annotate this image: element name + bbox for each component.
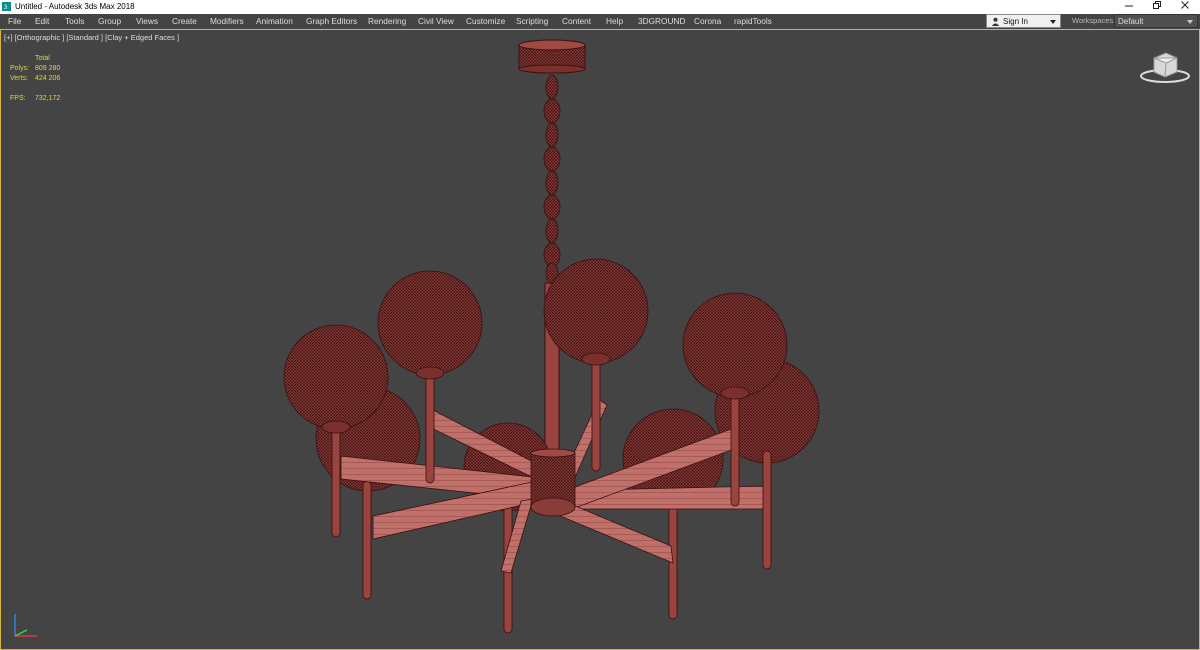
chevron-down-icon (1050, 20, 1056, 24)
menu-rapidtools[interactable]: rapidTools (734, 16, 772, 26)
menu-corona[interactable]: Corona (694, 16, 721, 26)
menu-civil-view[interactable]: Civil View (418, 16, 454, 26)
minimize-button[interactable] (1115, 0, 1143, 14)
user-icon (991, 17, 1000, 26)
restore-button[interactable] (1143, 0, 1171, 14)
workspaces-label: Workspaces: (1072, 16, 1116, 25)
chandelier-model[interactable] (1, 30, 1199, 649)
globes-front (283, 258, 788, 430)
menu-3dground[interactable]: 3DGROUND (638, 16, 685, 26)
menu-views[interactable]: Views (136, 16, 158, 26)
menu-customize[interactable]: Customize (466, 16, 505, 26)
menu-scripting[interactable]: Scripting (516, 16, 548, 26)
canopy (518, 39, 586, 74)
sign-in-label: Sign In (1003, 17, 1028, 26)
close-icon (1181, 1, 1189, 9)
svg-text:3: 3 (4, 4, 8, 11)
menu-rendering[interactable]: Rendering (368, 16, 406, 26)
menu-animation[interactable]: Animation (256, 16, 293, 26)
chevron-down-icon (1187, 20, 1193, 24)
chain (543, 74, 561, 284)
menu-graph-editors[interactable]: Graph Editors (306, 16, 357, 26)
menu-modifiers[interactable]: Modifiers (210, 16, 244, 26)
viewport[interactable]: [+] [Orthographic ] [Standard ] [Clay + … (0, 29, 1200, 650)
title-bar: 3 Untitled - Autodesk 3ds Max 2018 (0, 0, 1200, 14)
minimize-icon (1125, 5, 1133, 7)
sign-in-dropdown[interactable]: Sign In (986, 14, 1061, 28)
viewcube-icon[interactable] (1137, 48, 1193, 86)
menu-tools[interactable]: Tools (65, 16, 84, 26)
menu-content[interactable]: Content (562, 16, 591, 26)
close-button[interactable] (1171, 0, 1199, 14)
workspaces-value: Default (1118, 17, 1144, 26)
menu-group[interactable]: Group (98, 16, 121, 26)
workspaces-select[interactable]: Default (1114, 14, 1198, 28)
restore-icon (1153, 1, 1161, 9)
menu-edit[interactable]: Edit (35, 16, 49, 26)
menu-file[interactable]: File (8, 16, 21, 26)
axis-tripod-icon (14, 614, 37, 637)
menu-create[interactable]: Create (172, 16, 197, 26)
hub (530, 448, 576, 517)
window-title: Untitled - Autodesk 3ds Max 2018 (15, 2, 135, 11)
menu-help[interactable]: Help (606, 16, 623, 26)
app-icon: 3 (2, 2, 11, 11)
